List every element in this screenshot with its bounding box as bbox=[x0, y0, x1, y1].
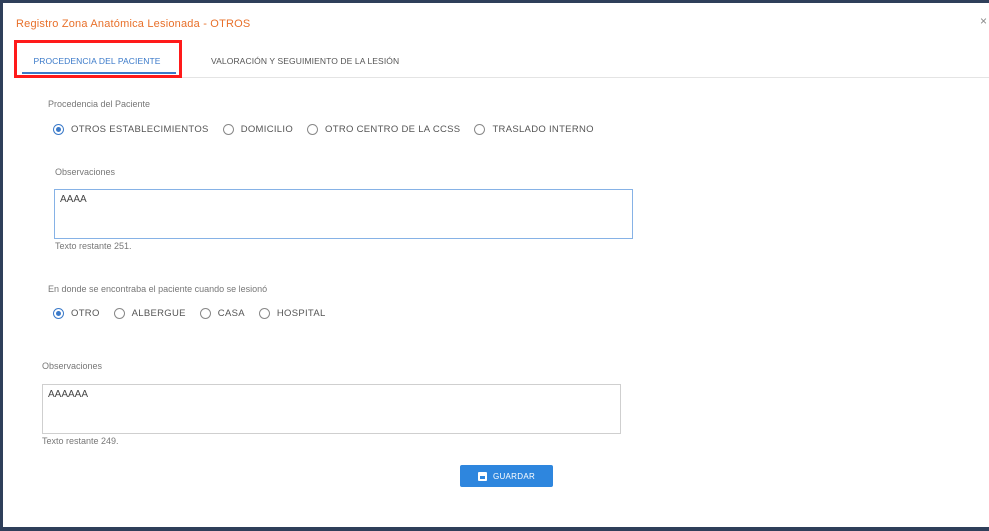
dialog-frame bbox=[0, 0, 989, 531]
radio-otro-centro-ccss[interactable]: OTRO CENTRO DE LA CCSS bbox=[307, 124, 460, 135]
radio-checked-icon bbox=[53, 308, 64, 319]
radio-otro[interactable]: OTRO bbox=[53, 308, 100, 319]
radio-label: DOMICILIO bbox=[240, 124, 294, 135]
radio-checked-icon bbox=[53, 124, 64, 135]
radio-label: HOSPITAL bbox=[276, 308, 326, 319]
radio-label: CASA bbox=[217, 308, 245, 319]
observaciones-1-remaining: Texto restante 251. bbox=[55, 241, 132, 251]
radio-albergue[interactable]: ALBERGUE bbox=[113, 308, 186, 319]
radio-domicilio[interactable]: DOMICILIO bbox=[222, 124, 294, 135]
radio-casa[interactable]: CASA bbox=[199, 308, 245, 319]
radio-unchecked-icon bbox=[222, 124, 234, 135]
radio-label: ALBERGUE bbox=[131, 308, 186, 319]
ubicacion-radio-group: OTRO ALBERGUE CASA HOSPITAL bbox=[53, 308, 340, 319]
radio-otros-establecimientos[interactable]: OTROS ESTABLECIMIENTOS bbox=[53, 124, 209, 135]
radio-unchecked-icon bbox=[113, 308, 125, 319]
ubicacion-label: En donde se encontraba el paciente cuand… bbox=[48, 284, 268, 294]
radio-unchecked-icon bbox=[474, 124, 486, 135]
tab-valoracion[interactable]: VALORACIÓN Y SEGUIMIENTO DE LA LESIÓN bbox=[211, 44, 399, 78]
save-icon bbox=[477, 471, 487, 481]
radio-hospital[interactable]: HOSPITAL bbox=[258, 308, 326, 319]
radio-unchecked-icon bbox=[258, 308, 270, 319]
observaciones-1-label: Observaciones bbox=[55, 167, 116, 177]
radio-traslado-interno[interactable]: TRASLADO INTERNO bbox=[474, 124, 594, 135]
observaciones-2-textarea[interactable]: AAAAAA bbox=[42, 384, 621, 434]
radio-unchecked-icon bbox=[199, 308, 211, 319]
radio-label: OTROS ESTABLECIMIENTOS bbox=[71, 124, 209, 135]
observaciones-2-remaining: Texto restante 249. bbox=[42, 436, 119, 446]
procedencia-label: Procedencia del Paciente bbox=[48, 99, 151, 109]
radio-label: OTRO bbox=[71, 308, 100, 319]
radio-label: TRASLADO INTERNO bbox=[492, 124, 594, 135]
radio-unchecked-icon bbox=[307, 124, 319, 135]
dialog-title: Registro Zona Anatómica Lesionada - OTRO… bbox=[16, 18, 251, 30]
radio-label: OTRO CENTRO DE LA CCSS bbox=[325, 124, 461, 135]
close-icon[interactable]: × bbox=[980, 14, 987, 28]
observaciones-2-label: Observaciones bbox=[42, 361, 103, 371]
save-button[interactable]: GUARDAR bbox=[460, 465, 553, 487]
highlight-annotation bbox=[14, 40, 182, 78]
observaciones-1-textarea[interactable]: AAAA bbox=[54, 189, 633, 239]
procedencia-radio-group: OTROS ESTABLECIMIENTOS DOMICILIO OTRO CE… bbox=[53, 124, 608, 135]
save-button-label: GUARDAR bbox=[492, 471, 536, 481]
